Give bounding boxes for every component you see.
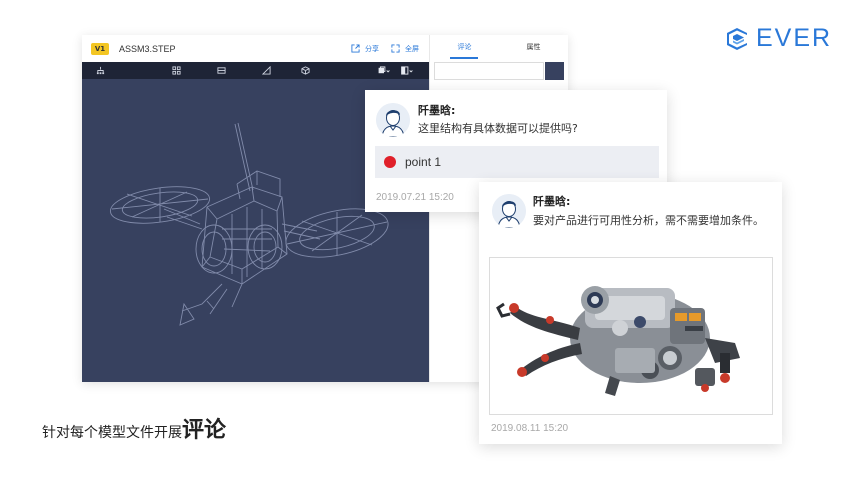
comment-author: 阡墨晗: <box>533 195 571 208</box>
tree-icon[interactable] <box>96 66 105 75</box>
engine-render-image <box>496 286 740 396</box>
point-marker-icon <box>384 156 396 168</box>
annotation-point[interactable]: point 1 <box>375 146 659 178</box>
viewer-header: V1 ASSM3.STEP 分享 全屏 <box>82 35 429 62</box>
share-icon <box>351 44 360 53</box>
comment-timestamp: 2019.08.11 15:20 <box>491 423 569 434</box>
viewer-toolbar <box>82 62 429 79</box>
active-tab-indicator <box>450 57 478 59</box>
avatar <box>492 194 526 228</box>
tab-comments[interactable]: 评论 <box>430 42 499 52</box>
comment-text: 这里结构有具体数据可以提供吗? <box>418 122 578 135</box>
avatar <box>376 103 410 137</box>
feature-caption: 针对每个模型文件开展评论 <box>42 412 226 444</box>
comment-input[interactable] <box>434 62 544 80</box>
grid-icon[interactable] <box>172 66 181 75</box>
file-name: ASSM3.STEP <box>119 43 176 54</box>
tab-properties[interactable]: 属性 <box>499 42 568 52</box>
version-badge[interactable]: V1 <box>91 42 109 55</box>
share-label: 分享 <box>365 44 379 53</box>
ever-logo-icon <box>727 27 747 50</box>
fullscreen-button[interactable]: 全屏 <box>391 44 419 54</box>
user-avatar-icon <box>492 194 526 228</box>
section-icon[interactable] <box>217 66 226 75</box>
caption-emphasis: 评论 <box>182 418 227 443</box>
render-mode-icon[interactable] <box>400 66 414 75</box>
measure-icon[interactable] <box>262 66 271 75</box>
fullscreen-icon <box>391 44 400 53</box>
comment-card: 阡墨晗: 要对产品进行可用性分析，需不需要增加条件。 2019.08.11 15… <box>479 182 782 444</box>
cube-icon[interactable] <box>301 66 310 75</box>
user-avatar-icon <box>376 103 410 137</box>
display-mode-icon[interactable] <box>377 66 391 75</box>
fullscreen-label: 全屏 <box>405 44 419 53</box>
comment-text: 要对产品进行可用性分析，需不需要增加条件。 <box>533 214 764 227</box>
share-button[interactable]: 分享 <box>351 44 379 54</box>
attached-image[interactable] <box>489 257 773 415</box>
brand-logo: EVER <box>724 24 832 53</box>
send-comment-button[interactable] <box>545 62 564 80</box>
point-label: point 1 <box>405 155 442 169</box>
caption-text: 针对每个模型文件开展 <box>42 425 182 441</box>
comment-timestamp: 2019.07.21 15:20 <box>376 192 454 203</box>
comment-author: 阡墨晗: <box>418 104 456 117</box>
brand-name: EVER <box>756 24 833 52</box>
